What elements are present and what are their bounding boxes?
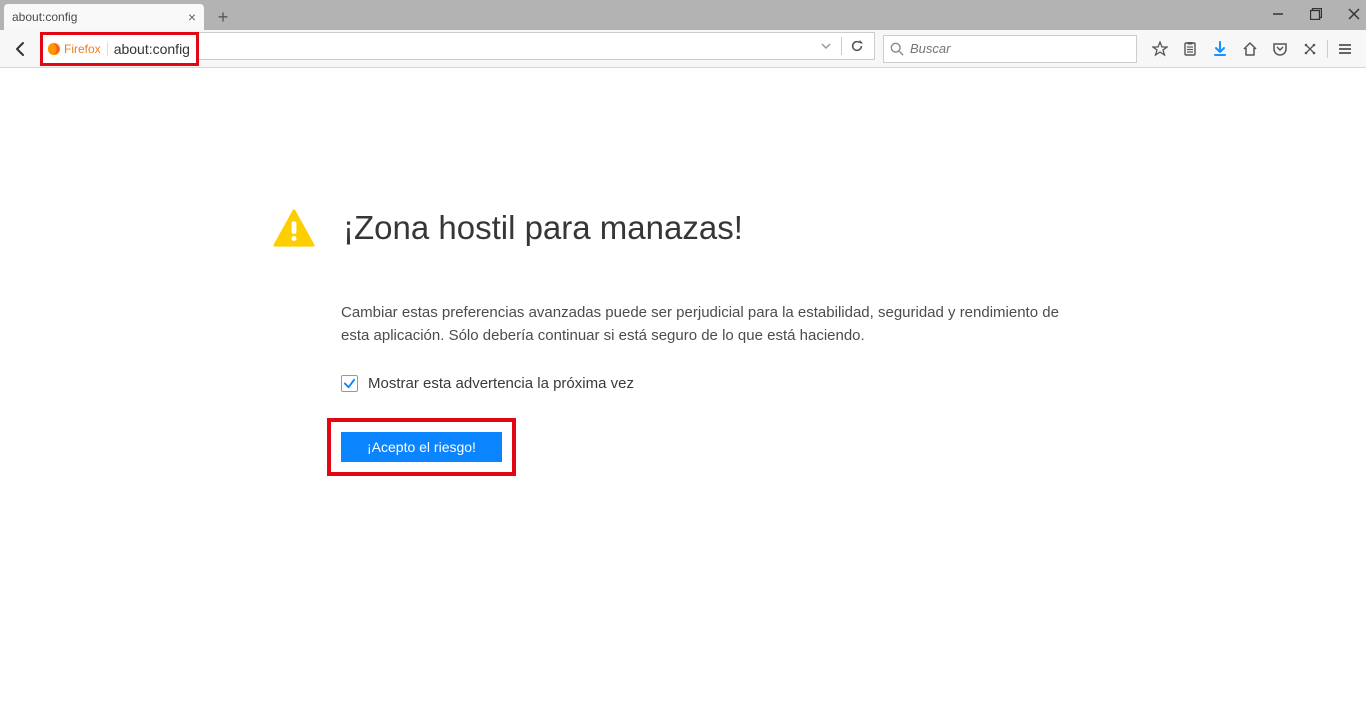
- menu-icon[interactable]: [1330, 34, 1360, 64]
- tab-title: about:config: [12, 10, 77, 24]
- nav-bar: Firefox about:config: [0, 30, 1366, 68]
- accept-highlight-frame: ¡Acepto el riesgo!: [327, 418, 516, 476]
- pocket-icon[interactable]: [1265, 34, 1295, 64]
- url-text: about:config: [114, 41, 190, 57]
- url-bar[interactable]: Firefox about:config: [40, 32, 875, 66]
- toolbar-icons: [1145, 34, 1360, 64]
- page-content: ¡Zona hostil para manazas! Cambiar estas…: [0, 68, 1366, 476]
- search-icon: [890, 42, 904, 56]
- home-icon[interactable]: [1235, 34, 1265, 64]
- close-tab-icon[interactable]: ×: [188, 10, 196, 24]
- separator: [841, 37, 842, 55]
- new-tab-button[interactable]: +: [210, 5, 236, 29]
- dropdown-icon[interactable]: [813, 41, 839, 51]
- minimize-icon[interactable]: [1272, 8, 1284, 23]
- brand-text: Firefox: [64, 42, 101, 56]
- tab-strip: about:config × +: [0, 0, 1366, 30]
- close-window-icon[interactable]: [1348, 8, 1360, 23]
- maximize-icon[interactable]: [1310, 8, 1322, 23]
- search-input[interactable]: [910, 41, 1130, 56]
- checkbox-icon[interactable]: [341, 375, 358, 392]
- browser-tab[interactable]: about:config ×: [4, 4, 204, 30]
- search-box[interactable]: [883, 35, 1137, 63]
- firefox-icon: [47, 42, 61, 56]
- firefox-brand-label: Firefox: [47, 42, 108, 56]
- warning-title: ¡Zona hostil para manazas!: [343, 209, 743, 247]
- show-warning-checkbox-row[interactable]: Mostrar esta advertencia la próxima vez: [341, 375, 1093, 392]
- dev-tools-icon[interactable]: [1295, 34, 1325, 64]
- reload-icon[interactable]: [844, 39, 870, 53]
- clipboard-icon[interactable]: [1175, 34, 1205, 64]
- bookmark-star-icon[interactable]: [1145, 34, 1175, 64]
- window-controls: [1272, 0, 1360, 30]
- toolbar-separator: [1327, 40, 1328, 58]
- downloads-icon[interactable]: [1205, 34, 1235, 64]
- identity-box[interactable]: Firefox about:config: [40, 32, 199, 66]
- url-bar-right: [199, 32, 875, 60]
- warning-body: Cambiar estas preferencias avanzadas pue…: [341, 302, 1081, 347]
- warning-panel: ¡Zona hostil para manazas! Cambiar estas…: [273, 208, 1093, 476]
- back-button[interactable]: [6, 34, 36, 64]
- accept-risk-button[interactable]: ¡Acepto el riesgo!: [341, 432, 502, 462]
- warning-triangle-icon: [273, 208, 315, 248]
- checkbox-label: Mostrar esta advertencia la próxima vez: [368, 375, 634, 392]
